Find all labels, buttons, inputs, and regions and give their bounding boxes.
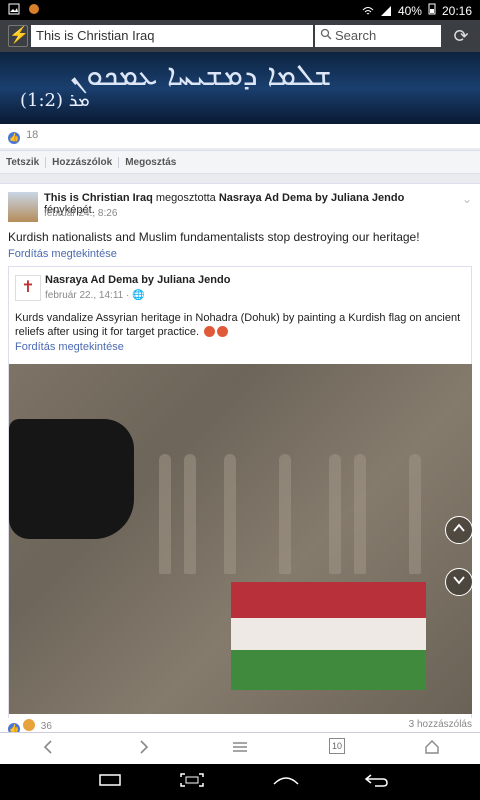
lightning-icon[interactable]: ⚡ [8,25,29,47]
shared-translate-link[interactable]: Fordítás megtekintése [15,341,124,353]
battery-percent: 40% [397,3,422,18]
post-timestamp[interactable]: február 24., 8:26 [44,208,117,219]
like-icon: 👍 [8,132,20,144]
wifi-icon [362,5,374,17]
status-bar: 40% 20:16 [0,0,480,20]
like-count: 18 [26,129,39,141]
clock: 20:16 [441,3,472,18]
cover-banner: ܫܠܡܐ ܕܡܫܝܚܐ ܥܡܟܘܢ ܡܪ (1:2) [0,52,480,124]
scroll-up-button[interactable] [445,516,472,544]
painted-flag [231,582,426,694]
battery-icon [428,3,436,18]
reaction-count: 36 [40,721,52,732]
flag-white-band [231,618,426,650]
shared-author-link[interactable]: Nasraya Ad Dema by Juliana Jendo [45,274,230,286]
post-source-link[interactable]: Nasraya Ad Dema by Juliana Jendo [219,192,404,204]
search-placeholder: Search [335,28,377,43]
banner-reference: ܡܪ (1:2) [20,90,90,111]
like-button[interactable]: Tetszik [0,156,47,168]
home-icon[interactable] [420,737,444,761]
previous-post-likes[interactable]: 👍 18 [0,124,480,148]
image-notification-icon [8,3,20,15]
angry-emoji-icon [204,326,216,337]
comment-count[interactable]: 3 hozzászólás [409,719,472,730]
chevron-down-icon[interactable]: ⌄ [462,192,472,206]
screenshot-icon[interactable] [172,770,212,794]
shared-date[interactable]: február 22., 14:11 [45,290,123,301]
back-icon[interactable] [356,770,396,794]
post-photo[interactable] [9,364,472,714]
shared-post-text: Kurds vandalize Assyrian heritage in Noh… [15,311,465,339]
signal-icon [380,5,392,17]
relief-figure [329,454,341,574]
recent-apps-icon[interactable] [90,770,130,794]
flag-green-band [231,650,426,690]
relief-figure [159,454,171,574]
home-button-icon[interactable] [266,770,306,794]
post-author-link[interactable]: This is Christian Iraq [44,192,153,204]
flag-red-band [231,582,426,618]
menu-icon[interactable] [228,737,252,761]
banner-script-text: ܫܠܡܐ ܕܡܫܝܚܐ ܥܡܟܘܢ [70,58,332,93]
address-bar[interactable]: This is Christian Iraq [31,25,313,47]
feed-post: This is Christian Iraq megosztotta Nasra… [0,183,480,732]
share-button[interactable]: Megosztás [119,157,182,168]
chevron-left-icon[interactable] [36,737,60,761]
post-stats: 👍 36 3 hozzászólás [0,718,480,735]
relief-figure [409,454,421,574]
post-text: Kurdish nationalists and Muslim fundamen… [8,230,420,244]
reload-icon[interactable]: ⟳ [450,25,472,47]
chevron-right-icon[interactable] [132,737,156,761]
search-input[interactable]: Search [315,25,441,47]
relief-figure [224,454,236,574]
browser-toolbar: ⚡ This is Christian Iraq Search ⟳ [0,20,480,52]
tabs-icon[interactable]: 10 [329,738,345,754]
system-nav-bar [0,764,480,800]
search-icon [320,28,332,43]
translate-link[interactable]: Fordítás megtekintése [8,248,117,260]
photo-shadow [9,419,134,539]
shared-timestamp: február 22., 14:11 · 🌐 [45,290,145,301]
squirrel-notification-icon [28,3,40,15]
post-actions: Tetszik Hozzászólok Megosztás [0,150,480,174]
shared-text-body: Kurds vandalize Assyrian heritage in Noh… [15,312,461,338]
comment-button[interactable]: Hozzászólok [46,156,120,168]
shared-post: ✝ Nasraya Ad Dema by Juliana Jendo febru… [8,266,472,732]
shared-avatar[interactable]: ✝ [15,275,41,301]
scroll-down-button[interactable] [445,568,472,596]
wow-icon [23,719,35,731]
page-content[interactable]: ܫܠܡܐ ܕܡܫܝܚܐ ܥܡܟܘܢ ܡܪ (1:2) 👍 18 Tetszik … [0,52,480,732]
relief-figure [354,454,366,574]
shared-verb: megosztotta [155,192,216,204]
angry-emoji-icon [217,326,229,337]
avatar[interactable] [8,192,38,222]
relief-figure [279,454,291,574]
relief-figure [184,454,196,574]
browser-bottom-nav [0,732,480,764]
